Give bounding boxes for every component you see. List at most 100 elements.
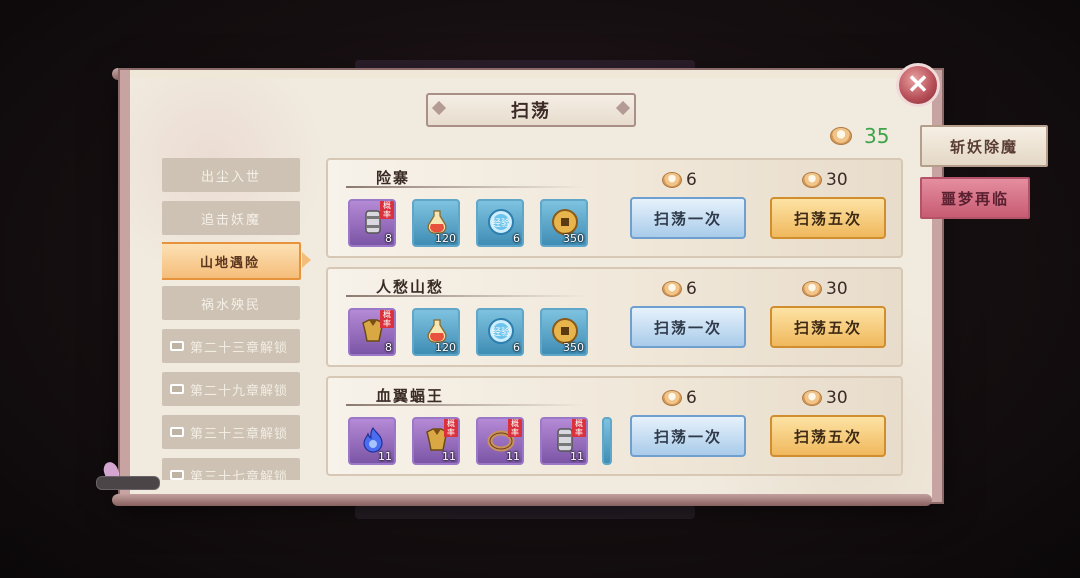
bun-icon [662,390,682,406]
button-label: 扫荡五次 [793,318,862,337]
reward-slot-partial[interactable] [602,417,612,465]
bun-icon [802,390,822,406]
stage-row: 人愁山愁 概率 8 120 经验 6 350 6 30 扫荡一次 扫荡五次 [326,267,903,367]
exp-orb-icon: 经验 [488,318,514,344]
chapter-item-selected[interactable]: 山地遇险 [162,242,301,280]
chapter-label: 出尘入世 [200,169,261,185]
lock-icon [170,384,184,394]
lock-icon [170,341,184,351]
reward-quantity: 11 [506,450,520,463]
divider [346,404,586,406]
dialog-title-text: 扫荡 [511,101,551,122]
chapter-list[interactable]: 出尘入世 追击妖魔 山地遇险 祸水殃民 第二十三章解锁 第二十九章解锁 第三十三… [162,158,302,480]
reward-slot[interactable]: 概率 11 [476,417,524,465]
button-label: 扫荡五次 [793,209,862,228]
ornament-icon [615,100,631,116]
divider [346,186,586,188]
chapter-item-locked[interactable]: 第三十七章解锁 [162,458,300,480]
chapter-item-locked[interactable]: 第二十三章解锁 [162,329,300,363]
scroll-rod-bottom [112,494,932,506]
button-label: 扫荡一次 [653,318,722,337]
chance-badge: 概率 [508,419,522,437]
reward-quantity: 8 [385,341,392,354]
bun-icon [830,127,852,145]
reward-slot[interactable]: 概率 11 [540,417,588,465]
stage-row: 险寨 概率 8 120 经验 6 350 6 30 扫荡一次 扫荡五次 [326,158,903,258]
bun-icon [802,172,822,188]
reward-slot[interactable]: 350 [540,308,588,356]
bun-icon [662,172,682,188]
reward-slot[interactable]: 概率 11 [412,417,460,465]
stage-name: 血翼蝠王 [376,387,445,405]
tab-label: 噩梦再临 [940,189,1009,208]
hud-slider[interactable] [96,476,160,490]
reward-slot[interactable]: 120 [412,199,460,247]
exp-orb-label: 经验 [492,217,510,229]
close-button[interactable]: ✕ [896,63,940,107]
sweep-once-button[interactable]: 扫荡一次 [630,197,746,239]
reward-slot[interactable]: 11 [348,417,396,465]
chapter-item[interactable]: 追击妖魔 [162,201,300,235]
chapter-label: 第二十三章解锁 [190,340,289,356]
cost-value: 6 [686,388,697,408]
exp-orb-label: 经验 [492,326,510,338]
stamina-value: 35 [864,124,890,148]
sweep-five-button[interactable]: 扫荡五次 [770,415,886,457]
cost-once: 6 [662,279,697,299]
chance-badge: 概率 [380,201,394,219]
reward-quantity: 120 [435,341,456,354]
chapter-item-locked[interactable]: 第二十九章解锁 [162,372,300,406]
cost-five: 30 [802,388,848,408]
reward-quantity: 11 [442,450,456,463]
button-label: 扫荡一次 [653,427,722,446]
reward-slot[interactable]: 120 [412,308,460,356]
reward-slot[interactable]: 经验 6 [476,199,524,247]
reward-quantity: 11 [378,450,392,463]
tab-label: 斩妖除魔 [949,137,1018,156]
sweep-once-button[interactable]: 扫荡一次 [630,415,746,457]
chance-badge: 概率 [444,419,458,437]
reward-quantity: 6 [513,341,520,354]
chance-badge: 概率 [572,419,586,437]
reward-slot[interactable]: 350 [540,199,588,247]
exp-orb-icon: 经验 [488,209,514,235]
button-label: 扫荡五次 [793,427,862,446]
stage-row: 血翼蝠王 11 概率 11 概率 11 概率 11 6 30 扫荡一次 扫荡五次 [326,376,903,476]
cost-five: 30 [802,279,848,299]
chapter-label: 山地遇险 [199,255,260,271]
lock-icon [170,427,184,437]
reward-slot[interactable]: 概率 8 [348,308,396,356]
reward-quantity: 11 [570,450,584,463]
cost-value: 30 [826,388,848,408]
dialog-title: 扫荡 [426,93,636,127]
reward-slot[interactable]: 概率 8 [348,199,396,247]
stamina-display: 35 [830,124,889,148]
chapter-label: 祸水殃民 [200,297,261,313]
reward-slot[interactable]: 经验 6 [476,308,524,356]
chapter-item-locked[interactable]: 第三十三章解锁 [162,415,300,449]
selected-arrow-icon [302,252,311,268]
button-label: 扫荡一次 [653,209,722,228]
tab-nightmare[interactable]: 噩梦再临 [920,177,1030,219]
cost-once: 6 [662,388,697,408]
sweep-five-button[interactable]: 扫荡五次 [770,306,886,348]
background-hud-bar [355,505,695,519]
tab-slay-demons[interactable]: 斩妖除魔 [920,125,1048,167]
stage-name: 人愁山愁 [376,278,445,296]
bun-icon [662,281,682,297]
cost-value: 30 [826,279,848,299]
sweep-five-button[interactable]: 扫荡五次 [770,197,886,239]
lock-icon [170,470,184,480]
chapter-item[interactable]: 出尘入世 [162,158,300,192]
chapter-item[interactable]: 祸水殃民 [162,286,300,320]
stage-name: 险寨 [376,169,411,187]
reward-quantity: 350 [563,341,584,354]
cost-value: 6 [686,170,697,190]
reward-quantity: 120 [435,232,456,245]
cost-five: 30 [802,170,848,190]
sweep-once-button[interactable]: 扫荡一次 [630,306,746,348]
cost-value: 6 [686,279,697,299]
chapter-label: 第三十七章解锁 [190,469,289,481]
chapter-label: 第三十三章解锁 [190,426,289,442]
bun-icon [802,281,822,297]
